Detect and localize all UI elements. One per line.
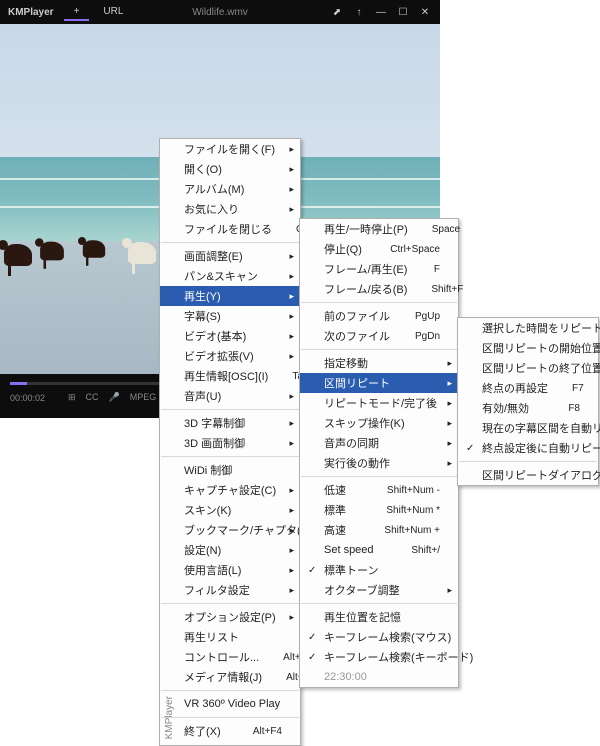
mi-osc[interactable]: 再生情報[OSC](I)Tab [160,366,300,386]
mi-after-play[interactable]: 実行後の動作 [300,453,458,473]
mi-video-ext[interactable]: ビデオ拡張(V) [160,346,300,366]
window-buttons: ⬈ ↑ — ☐ ✕ [330,7,432,18]
context-menu-main: ファイルを開く(F) 開く(O) アルバム(M) お気に入り ファイルを閉じるC… [159,138,301,746]
mi-3d-sub[interactable]: 3D 字幕制御 [160,413,300,433]
mi-remember-pos[interactable]: 再生位置を記憶 [300,607,458,627]
tab-url[interactable]: URL [93,4,133,21]
submenu-playback: 再生/一時停止(P)Space 停止(Q)Ctrl+Space フレーム/再生(… [299,218,459,688]
mi-exit[interactable]: 終了(X)Alt+F4 [160,721,300,741]
pin-icon[interactable]: ⬈ [330,7,344,18]
maximize-icon[interactable]: ☐ [396,7,410,18]
mi-fast[interactable]: 高速Shift+Num + [300,520,458,540]
app-logo: KMPlayer [8,7,54,18]
mi-keyframe-kbd[interactable]: キーフレーム検索(キーボード) [300,647,458,667]
voice-icon[interactable]: 🎤 [109,392,120,403]
minimize-icon[interactable]: — [374,7,388,18]
mi-duration: 22:30:00 [300,667,458,687]
mi-3d-screen[interactable]: 3D 画面制御 [160,433,300,453]
open-icon[interactable]: ⊞ [68,392,76,403]
mi-skin[interactable]: スキン(K) [160,500,300,520]
mi-playback[interactable]: 再生(Y) [160,286,300,306]
mi-bookmark[interactable]: ブックマーク/チャプタ(T) [160,520,300,540]
mi-album[interactable]: アルバム(M) [160,179,300,199]
mi-keyframe-mouse[interactable]: キーフレーム検索(マウス) [300,627,458,647]
mi-slow[interactable]: 低速Shift+Num - [300,480,458,500]
mi-subtitle[interactable]: 字幕(S) [160,306,300,326]
mi-filter[interactable]: フィルタ設定 [160,580,300,600]
mi-repeat-end[interactable]: 区間リピートの終了位置F6 [458,358,598,378]
mi-widi[interactable]: WiDi 制御 [160,460,300,480]
mi-set-speed[interactable]: Set speedShift+/ [300,540,458,560]
filename-label: Wildlife.wmv [192,7,248,18]
mi-pan-scan[interactable]: パン&スキャン [160,266,300,286]
mi-audio[interactable]: 音声(U) [160,386,300,406]
up-icon[interactable]: ↑ [352,7,366,18]
mi-repeat-reset-end[interactable]: 終点の再設定F7 [458,378,598,398]
time-label: 00:00:02 [10,393,54,403]
mi-frame-fwd[interactable]: フレーム/再生(E)F [300,259,458,279]
mi-settings[interactable]: 設定(N) [160,540,300,560]
mi-open-file[interactable]: ファイルを開く(F) [160,139,300,159]
mi-skip[interactable]: スキップ操作(K) [300,413,458,433]
mi-octave[interactable]: オクターブ調整 [300,580,458,600]
mi-normal-speed[interactable]: 標準Shift+Num * [300,500,458,520]
mi-repeat-10s[interactable]: 選択した時間をリピート(10秒)F4 [458,318,598,338]
mi-close-file[interactable]: ファイルを閉じるCtrl+Z [160,219,300,239]
mi-screen-adjust[interactable]: 画面調整(E) [160,246,300,266]
mi-next-file[interactable]: 次のファイルPgDn [300,326,458,346]
mi-playlist[interactable]: 再生リスト [160,627,300,647]
mi-open[interactable]: 開く(O) [160,159,300,179]
mi-media-info[interactable]: メディア情報(J)Alt+J [160,667,300,687]
mi-audio-sync[interactable]: 音声の同期 [300,433,458,453]
mi-repeat-mode[interactable]: リピートモード/完了後 [300,393,458,413]
mi-prev-file[interactable]: 前のファイルPgUp [300,306,458,326]
mi-capture[interactable]: キャプチャ設定(C) [160,480,300,500]
submenu-ab-repeat: 選択した時間をリピート(10秒)F4 区間リピートの開始位置F5 区間リピートの… [457,317,599,486]
mi-repeat-toggle[interactable]: 有効/無効F8 [458,398,598,418]
mi-ab-repeat[interactable]: 区間リピート [300,373,458,393]
mi-repeat-start[interactable]: 区間リピートの開始位置F5 [458,338,598,358]
close-icon[interactable]: ✕ [418,7,432,18]
mi-language[interactable]: 使用言語(L) [160,560,300,580]
mi-normal-tone[interactable]: 標準トーン [300,560,458,580]
mi-stop[interactable]: 停止(Q)Ctrl+Space [300,239,458,259]
cc-button[interactable]: CC [86,392,99,403]
mi-vr360[interactable]: VR 360º Video Play [160,694,300,714]
mi-control[interactable]: コントロール...Alt+G [160,647,300,667]
mi-repeat-dialog[interactable]: 区間リピートダイアログ...F9 [458,465,598,485]
tab-plus[interactable]: + [64,4,90,21]
mi-options[interactable]: オプション設定(P) [160,607,300,627]
mi-video-basic[interactable]: ビデオ(基本) [160,326,300,346]
menu-brand: KMPlayer [164,696,175,739]
mi-favorites[interactable]: お気に入り [160,199,300,219]
titlebar: KMPlayer + URL Wildlife.wmv ⬈ ↑ — ☐ ✕ [0,0,440,24]
mi-repeat-sub-auto[interactable]: 現在の字幕区間を自動リピート/ [458,418,598,438]
mi-repeat-auto-after-end[interactable]: 終点設定後に自動リピート [458,438,598,458]
mi-play-pause[interactable]: 再生/一時停止(P)Space [300,219,458,239]
codec-button[interactable]: MPEG [130,392,157,403]
mi-frame-back[interactable]: フレーム/戻る(B)Shift+F [300,279,458,299]
mi-jump[interactable]: 指定移動 [300,353,458,373]
